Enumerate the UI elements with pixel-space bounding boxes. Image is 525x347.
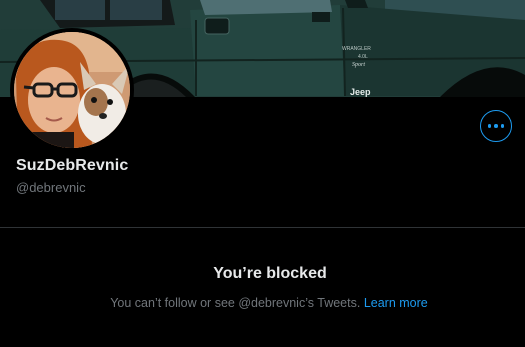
learn-more-link[interactable]: Learn more bbox=[364, 296, 428, 310]
blocked-title: You’re blocked bbox=[213, 265, 327, 282]
more-options-button[interactable] bbox=[480, 110, 512, 142]
ellipsis-icon bbox=[487, 124, 505, 128]
blocked-message: You can’t follow or see @debrevnic’s Twe… bbox=[110, 296, 361, 310]
profile-display-name: SuzDebRevnic bbox=[16, 157, 129, 174]
blocked-message-line: You can’t follow or see @debrevnic’s Twe… bbox=[0, 296, 525, 310]
divider bbox=[0, 227, 525, 228]
banner-decal-engine: 4.0L bbox=[358, 54, 368, 60]
profile-handle: @debrevnic bbox=[16, 180, 86, 195]
avatar[interactable] bbox=[10, 28, 134, 152]
banner-jeep-logo: Jeep bbox=[350, 87, 371, 97]
avatar-photo bbox=[14, 32, 130, 148]
banner-decal-trim: Sport bbox=[352, 62, 365, 68]
banner-decal-brand: WRANGLER bbox=[342, 46, 371, 52]
